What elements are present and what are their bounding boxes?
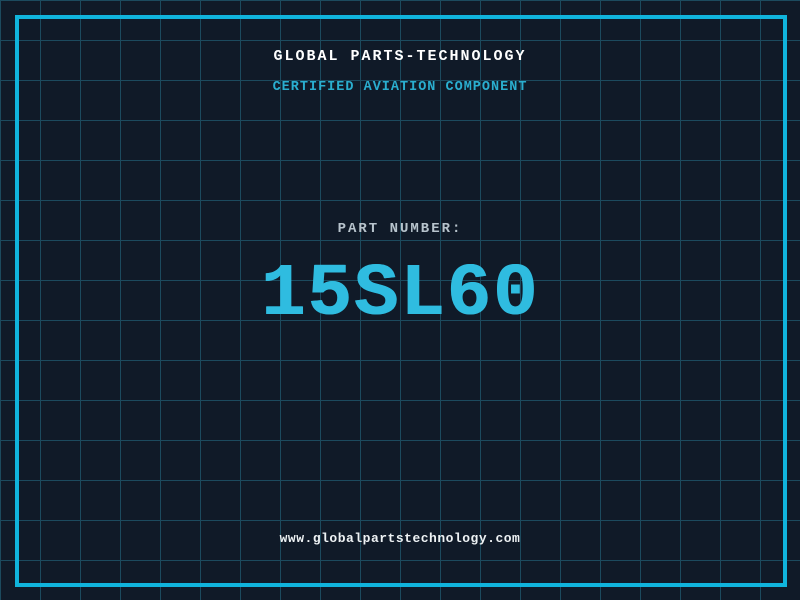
company-title: GLOBAL PARTS-TECHNOLOGY [273,48,527,65]
blueprint-screen: GLOBAL PARTS-TECHNOLOGY CERTIFIED AVIATI… [0,0,800,600]
certification-subtitle: CERTIFIED AVIATION COMPONENT [272,80,528,95]
part-number-value: 15SL60 [260,253,540,337]
website-url[interactable]: www.globalpartstechnology.com [0,531,800,546]
part-number-label: PART NUMBER: [337,221,463,237]
